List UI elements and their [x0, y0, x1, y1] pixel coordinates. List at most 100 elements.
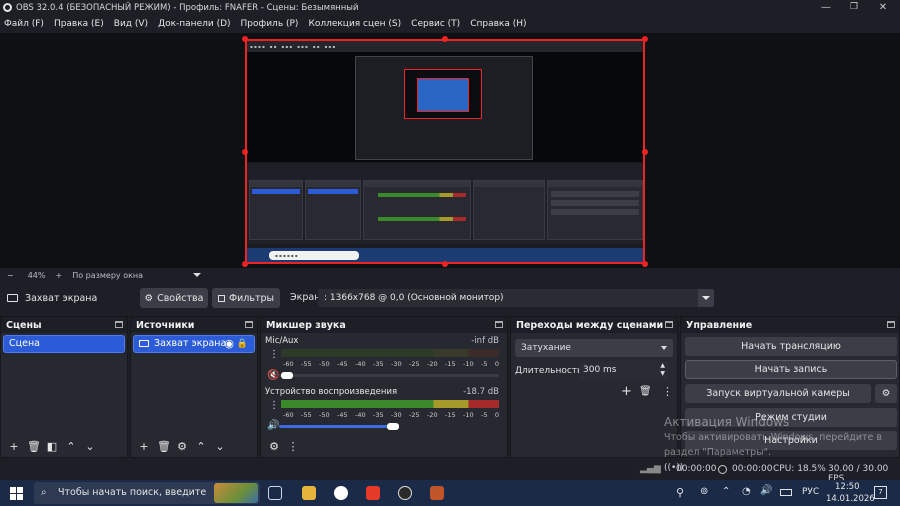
scene-filters-icon[interactable]: ◧	[46, 441, 58, 453]
transform-handle[interactable]	[642, 149, 648, 155]
more-icon[interactable]: ⋮	[662, 385, 673, 398]
language-indicator[interactable]: РУС	[802, 487, 819, 497]
app-taskbar-icon[interactable]	[430, 486, 444, 500]
transform-handle[interactable]	[642, 36, 648, 42]
dock-float-icon[interactable]	[665, 321, 673, 328]
file-explorer-icon[interactable]	[302, 486, 316, 500]
obs-taskbar-icon[interactable]	[398, 486, 412, 500]
menu-tools[interactable]: Сервис (T)	[411, 19, 460, 29]
chevron-down-icon	[661, 346, 667, 350]
start-streaming-button[interactable]: Начать трансляцию	[685, 337, 897, 356]
chevron-down-icon[interactable]	[698, 289, 714, 307]
menu-file[interactable]: Файл (F)	[4, 19, 44, 29]
source-list-item[interactable]: Захват экрана ◉ 🔒	[133, 335, 255, 353]
start-virtual-camera-button[interactable]: Запуск виртуальной камеры	[685, 384, 871, 403]
yandex-browser-icon[interactable]	[334, 486, 348, 500]
wifi-icon[interactable]: ◔	[742, 486, 751, 497]
start-recording-button[interactable]: Начать запись	[685, 360, 897, 379]
gear-icon[interactable]: ⚙	[176, 441, 188, 453]
clock-time[interactable]: 12:50	[835, 482, 860, 492]
volume-knob[interactable]	[387, 423, 399, 430]
settings-button[interactable]: Настройки	[685, 431, 897, 450]
close-icon[interactable]: ✕	[869, 0, 897, 15]
transform-handle[interactable]	[242, 261, 248, 267]
transform-handle[interactable]	[442, 36, 448, 42]
scene-list-item[interactable]: Сцена	[3, 335, 125, 353]
window-title: OBS 32.0.4 (БЕЗОПАСНЫЙ РЕЖИМ) - Профиль:…	[16, 2, 359, 13]
transform-handle[interactable]	[242, 36, 248, 42]
transform-handle[interactable]	[442, 261, 448, 267]
menu-help[interactable]: Справка (H)	[470, 19, 526, 29]
add-source-icon[interactable]: +	[138, 441, 150, 453]
volume-icon[interactable]: 🔊	[760, 485, 772, 496]
menu-edit[interactable]: Правка (E)	[54, 19, 104, 29]
trash-icon[interactable]: 🗑	[157, 441, 171, 453]
windows-start-icon[interactable]	[10, 487, 23, 500]
minimize-icon[interactable]: —	[812, 0, 840, 15]
duration-input[interactable]: 300 ms ▲ ▼	[579, 361, 669, 380]
nested-preview-menubar: ▪ ▪ ▪ ▪ ▪ ▪ ▪ ▪ ▪ ▪ ▪ ▪ ▪ ▪ ▪ ▪ ▪	[247, 41, 643, 52]
task-view-icon[interactable]	[268, 486, 282, 500]
trash-icon[interactable]: 🗑	[639, 386, 652, 397]
transform-handle[interactable]	[242, 149, 248, 155]
people-icon[interactable]: ⚲	[676, 486, 684, 499]
volume-slider[interactable]	[279, 374, 499, 377]
menu-docks[interactable]: Док-панели (D)	[158, 19, 230, 29]
move-up-icon[interactable]: ⌃	[195, 441, 207, 453]
eye-icon[interactable]: ◉	[224, 336, 234, 352]
menu-profile[interactable]: Профиль (P)	[241, 19, 299, 29]
gear-icon: ⚙	[881, 388, 891, 399]
taskbar-search-input[interactable]: ⌕ Чтобы начать поиск, введите	[34, 482, 260, 504]
battery-icon[interactable]	[780, 489, 792, 496]
nested-preview-docks	[247, 164, 643, 244]
spin-down-icon[interactable]: ▼	[660, 371, 665, 377]
move-down-icon[interactable]: ⌄	[214, 441, 226, 453]
speaker-icon[interactable]: 🔊	[267, 420, 279, 431]
controls-header: Управление	[681, 317, 899, 333]
mixer-footer: ⚙ ⋮	[261, 437, 507, 457]
muted-speaker-icon[interactable]: 🔇	[267, 370, 279, 381]
yandex-icon[interactable]	[366, 486, 380, 500]
volume-knob[interactable]	[281, 372, 293, 379]
trash-icon[interactable]: 🗑	[27, 441, 41, 453]
properties-button[interactable]: ⚙ Свойства	[140, 288, 208, 308]
advanced-audio-icon[interactable]: ⚙	[268, 441, 280, 453]
transform-handle[interactable]	[642, 261, 648, 267]
more-icon[interactable]: ⋮	[269, 350, 279, 360]
zoom-dropdown-icon[interactable]	[193, 273, 202, 277]
lock-icon[interactable]: 🔒	[237, 336, 248, 352]
move-up-icon[interactable]: ⌃	[65, 441, 77, 453]
zoom-fit-label[interactable]: По размеру окна	[72, 271, 143, 280]
more-icon[interactable]: ⋮	[287, 441, 299, 453]
dock-float-icon[interactable]	[495, 321, 503, 328]
move-down-icon[interactable]: ⌄	[84, 441, 96, 453]
add-transition-icon[interactable]: +	[621, 384, 632, 399]
search-icon: ⌕	[41, 487, 47, 498]
dock-float-icon[interactable]	[887, 321, 895, 328]
dock-float-icon[interactable]	[115, 321, 123, 328]
zoom-in-button[interactable]: +	[55, 271, 62, 280]
spin-up-icon[interactable]: ▲	[660, 363, 665, 369]
add-scene-icon[interactable]: +	[8, 441, 20, 453]
maximize-icon[interactable]: ❐	[840, 0, 868, 15]
preview-canvas[interactable]: ▪ ▪ ▪ ▪ ▪ ▪ ▪ ▪ ▪ ▪ ▪ ▪ ▪ ▪ ▪ ▪ ▪ ▪ ▪ ▪ …	[245, 39, 645, 264]
dock-float-icon[interactable]	[245, 321, 253, 328]
nested-preview-taskbar: ▪ ▪ ▪ ▪ ▪ ▪	[247, 248, 643, 262]
screen-select[interactable]: : 1366x768 @ 0,0 (Основной монитор)	[318, 289, 714, 307]
volume-slider[interactable]	[279, 425, 393, 428]
notifications-icon[interactable]: 7	[874, 486, 887, 499]
virtual-camera-settings-button[interactable]: ⚙	[875, 384, 897, 403]
screen-label: Экран	[290, 292, 321, 303]
studio-mode-button[interactable]: Режим студии	[685, 408, 897, 427]
zoom-out-button[interactable]: −	[7, 271, 14, 280]
more-icon[interactable]: ⋮	[269, 401, 279, 411]
filters-button[interactable]: Фильтры	[212, 288, 280, 308]
network-icon[interactable]: ⊚	[700, 486, 708, 497]
monitor-icon	[139, 340, 149, 347]
menu-view[interactable]: Вид (V)	[114, 19, 148, 29]
clock-date[interactable]: 14.01.2026	[826, 494, 875, 504]
tray-expand-icon[interactable]: ⌃	[722, 486, 730, 497]
filter-icon	[217, 294, 225, 302]
transition-select[interactable]: Затухание	[515, 339, 673, 357]
menu-scene-collection[interactable]: Коллекция сцен (S)	[308, 19, 401, 29]
